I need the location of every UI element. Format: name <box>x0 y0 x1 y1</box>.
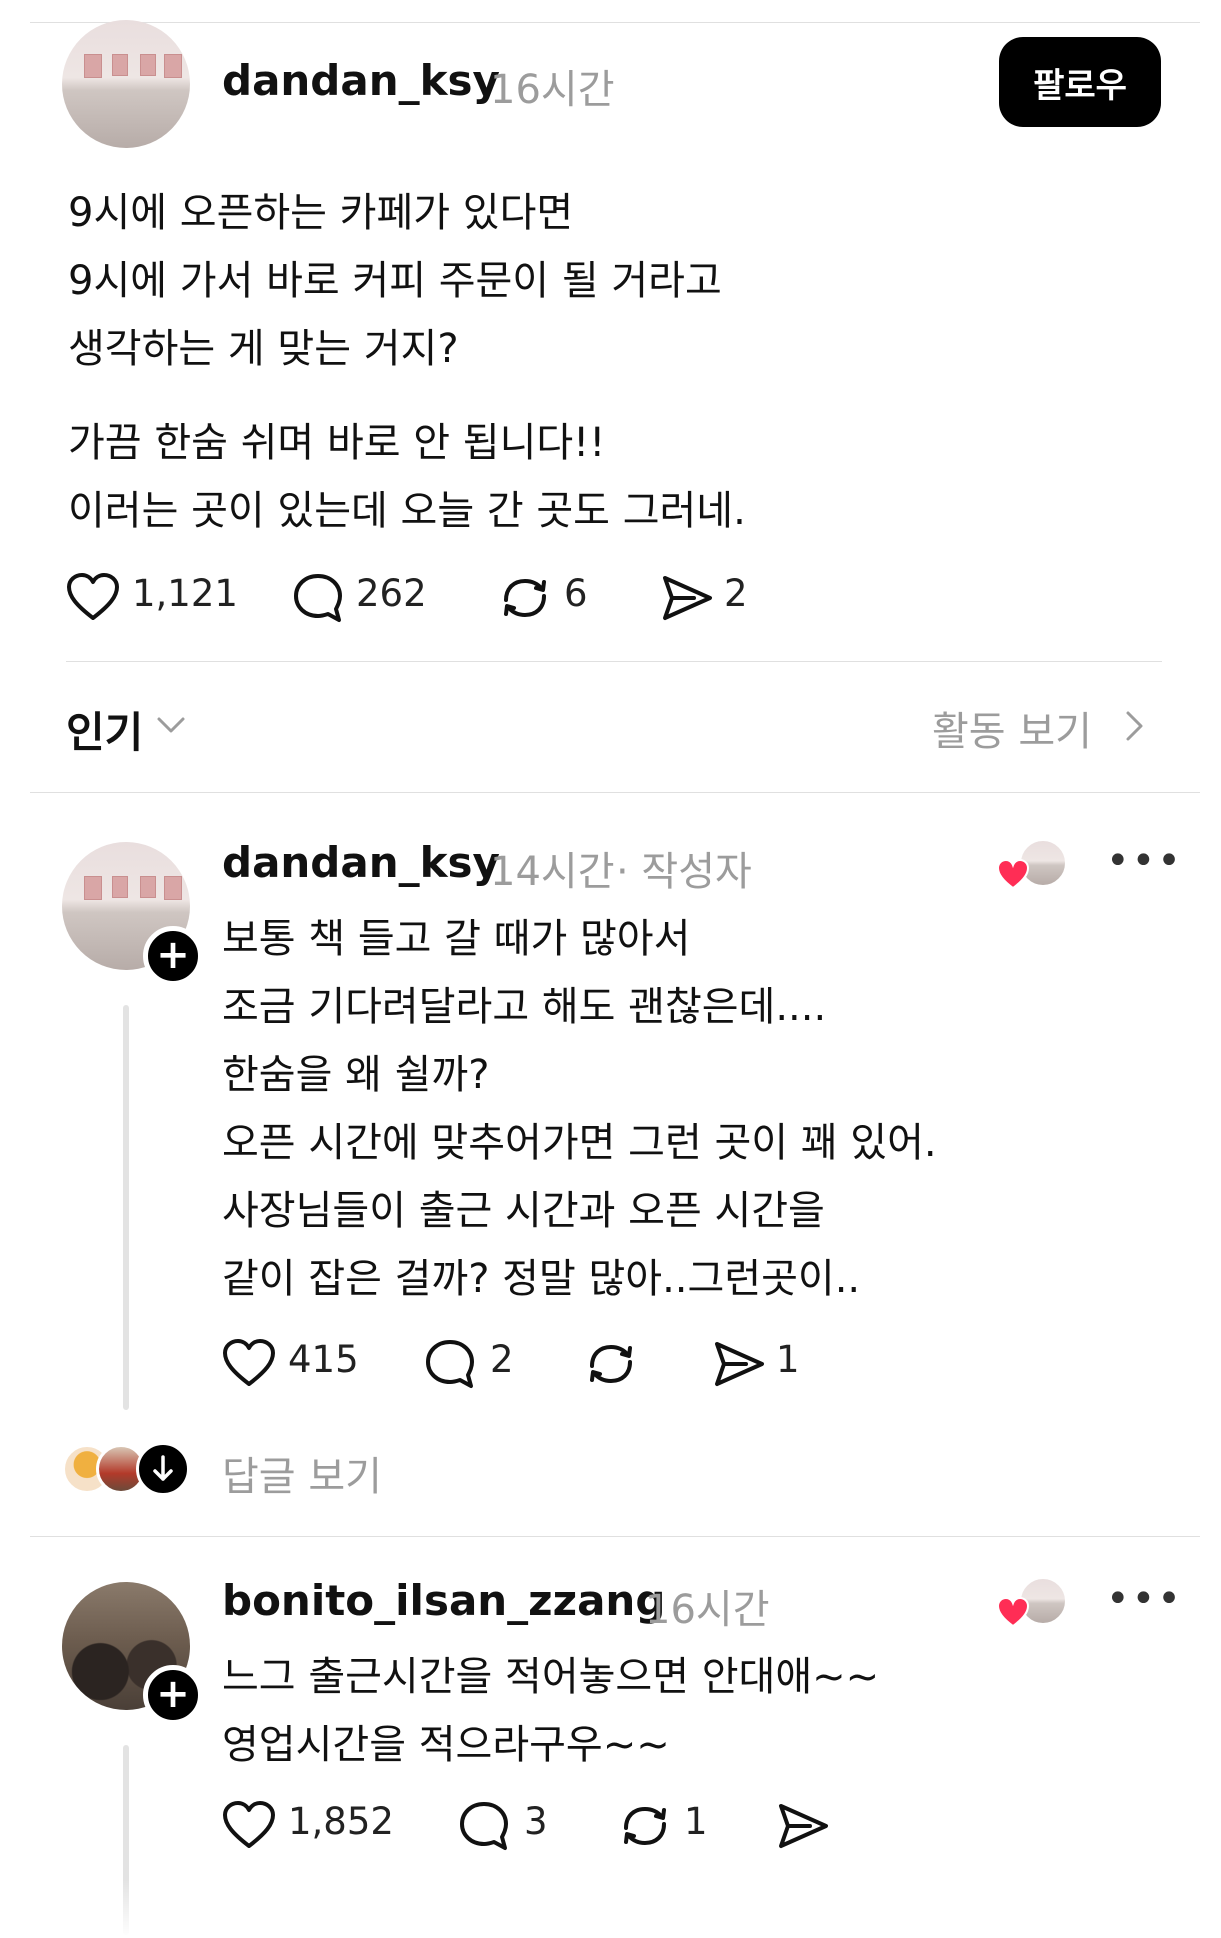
activity-link[interactable]: 활동 보기 <box>932 695 1146 755</box>
reply-like-count: 1,852 <box>288 1800 394 1843</box>
post-text-line: 이러는 곳이 있는데 오늘 간 곳도 그러네. <box>68 488 746 534</box>
bottom-fade <box>0 1880 1221 1938</box>
view-replies-label: 답글 보기 <box>222 1454 382 1500</box>
reply-like-button[interactable]: 415 <box>222 1334 372 1390</box>
send-arrow-icon <box>663 576 712 620</box>
speech-bubble-icon <box>294 574 342 622</box>
post-like-count: 1,121 <box>132 572 238 615</box>
follow-button[interactable]: 팔로우 <box>999 37 1161 127</box>
post-like-button[interactable]: 1,121 <box>66 568 238 624</box>
reply-username[interactable]: bonito_ilsan_zzang <box>222 1576 665 1625</box>
arrow-down-icon <box>136 1442 190 1496</box>
post-share-count: 2 <box>724 572 748 615</box>
post-comment-count: 262 <box>356 572 427 615</box>
sort-label: 인기 <box>66 708 144 757</box>
speech-bubble-icon <box>426 1340 474 1388</box>
chevron-right-icon <box>1126 711 1143 741</box>
reply-text-line: 영업시간을 적으라구우~~ <box>222 1722 670 1768</box>
post-text-line: 가끔 한숨 쉬며 바로 안 됩니다!! <box>68 420 606 466</box>
reply-divider <box>30 1536 1200 1537</box>
top-divider <box>30 22 1200 23</box>
send-arrow-icon <box>715 1342 764 1386</box>
post-text-line: 9시에 오픈하는 카페가 있다면 <box>68 190 574 236</box>
reply-repost-count: 1 <box>684 1800 708 1843</box>
repost-arrows-icon <box>504 578 546 618</box>
reply-share-button[interactable]: 1 <box>712 1334 812 1390</box>
chevron-down-icon <box>157 717 185 733</box>
activity-label: 활동 보기 <box>932 709 1092 755</box>
more-dots-icon[interactable]: ••• <box>1106 838 1183 884</box>
reply-repost-button[interactable]: 1 <box>618 1796 718 1852</box>
follow-plus-icon[interactable]: + <box>143 1665 203 1725</box>
reply-text-line: 느그 출근시간을 적어놓으면 안대애~~ <box>222 1654 880 1700</box>
post-repost-count: 6 <box>564 572 588 615</box>
post-username[interactable]: dandan_ksy <box>222 56 500 105</box>
heart-outline-icon <box>223 1801 275 1848</box>
reply-username[interactable]: dandan_ksy <box>222 838 500 887</box>
heart-outline-icon <box>223 1339 275 1386</box>
reply-comment-button[interactable]: 2 <box>424 1334 534 1390</box>
reply-like-button[interactable]: 1,852 <box>222 1796 402 1852</box>
post-text-line: 생각하는 게 맞는 거지? <box>68 326 459 372</box>
reply-like-count: 415 <box>288 1338 359 1381</box>
post-divider <box>66 661 1162 662</box>
follow-plus-icon[interactable]: + <box>143 926 203 986</box>
speech-bubble-icon <box>460 1802 508 1850</box>
post-text-line: 9시에 가서 바로 커피 주문이 될 거라고 <box>68 258 722 304</box>
reply-comment-count: 3 <box>524 1800 548 1843</box>
section-divider <box>30 792 1200 793</box>
reply-text-line: 사장님들이 출근 시간과 오픈 시간을 <box>222 1188 825 1234</box>
view-replies-button[interactable]: 답글 보기 <box>62 1440 402 1500</box>
reply-share-button[interactable] <box>776 1796 846 1852</box>
post-time: 16시간 <box>490 67 615 113</box>
post-avatar[interactable] <box>62 20 190 148</box>
post-share-button[interactable]: 2 <box>660 568 770 624</box>
repost-arrows-icon <box>624 1806 666 1846</box>
reply-repost-button[interactable] <box>584 1334 654 1390</box>
post-repost-button[interactable]: 6 <box>498 568 608 624</box>
red-heart-icon <box>996 1596 1030 1628</box>
reply-text-line: 같이 잡은 걸까? 정말 많아..그런곳이.. <box>222 1256 861 1302</box>
reply-text-line: 보통 책 들고 갈 때가 많아서 <box>222 916 691 962</box>
reply-time: 14시간 <box>490 849 615 895</box>
red-heart-icon <box>996 858 1030 890</box>
heart-outline-icon <box>67 573 119 620</box>
send-arrow-icon <box>779 1804 828 1848</box>
reply-text-line: 한숨을 왜 쉴까? <box>222 1052 490 1098</box>
author-tag: · 작성자 <box>616 849 752 895</box>
reply-text-line: 조금 기다려달라고 해도 괜찮은데.... <box>222 984 827 1030</box>
reply-text-line: 오픈 시간에 맞추어가면 그런 곳이 꽤 있어. <box>222 1120 937 1166</box>
reply-comment-button[interactable]: 3 <box>458 1796 568 1852</box>
sort-dropdown[interactable]: 인기 <box>66 695 206 757</box>
repost-arrows-icon <box>590 1344 632 1384</box>
thread-line <box>123 1005 129 1410</box>
more-dots-icon[interactable]: ••• <box>1106 1576 1183 1622</box>
post-comment-button[interactable]: 262 <box>292 568 432 624</box>
reply-time: 16시간 <box>645 1587 770 1633</box>
reply-comment-count: 2 <box>490 1338 514 1381</box>
reply-share-count: 1 <box>776 1338 800 1381</box>
